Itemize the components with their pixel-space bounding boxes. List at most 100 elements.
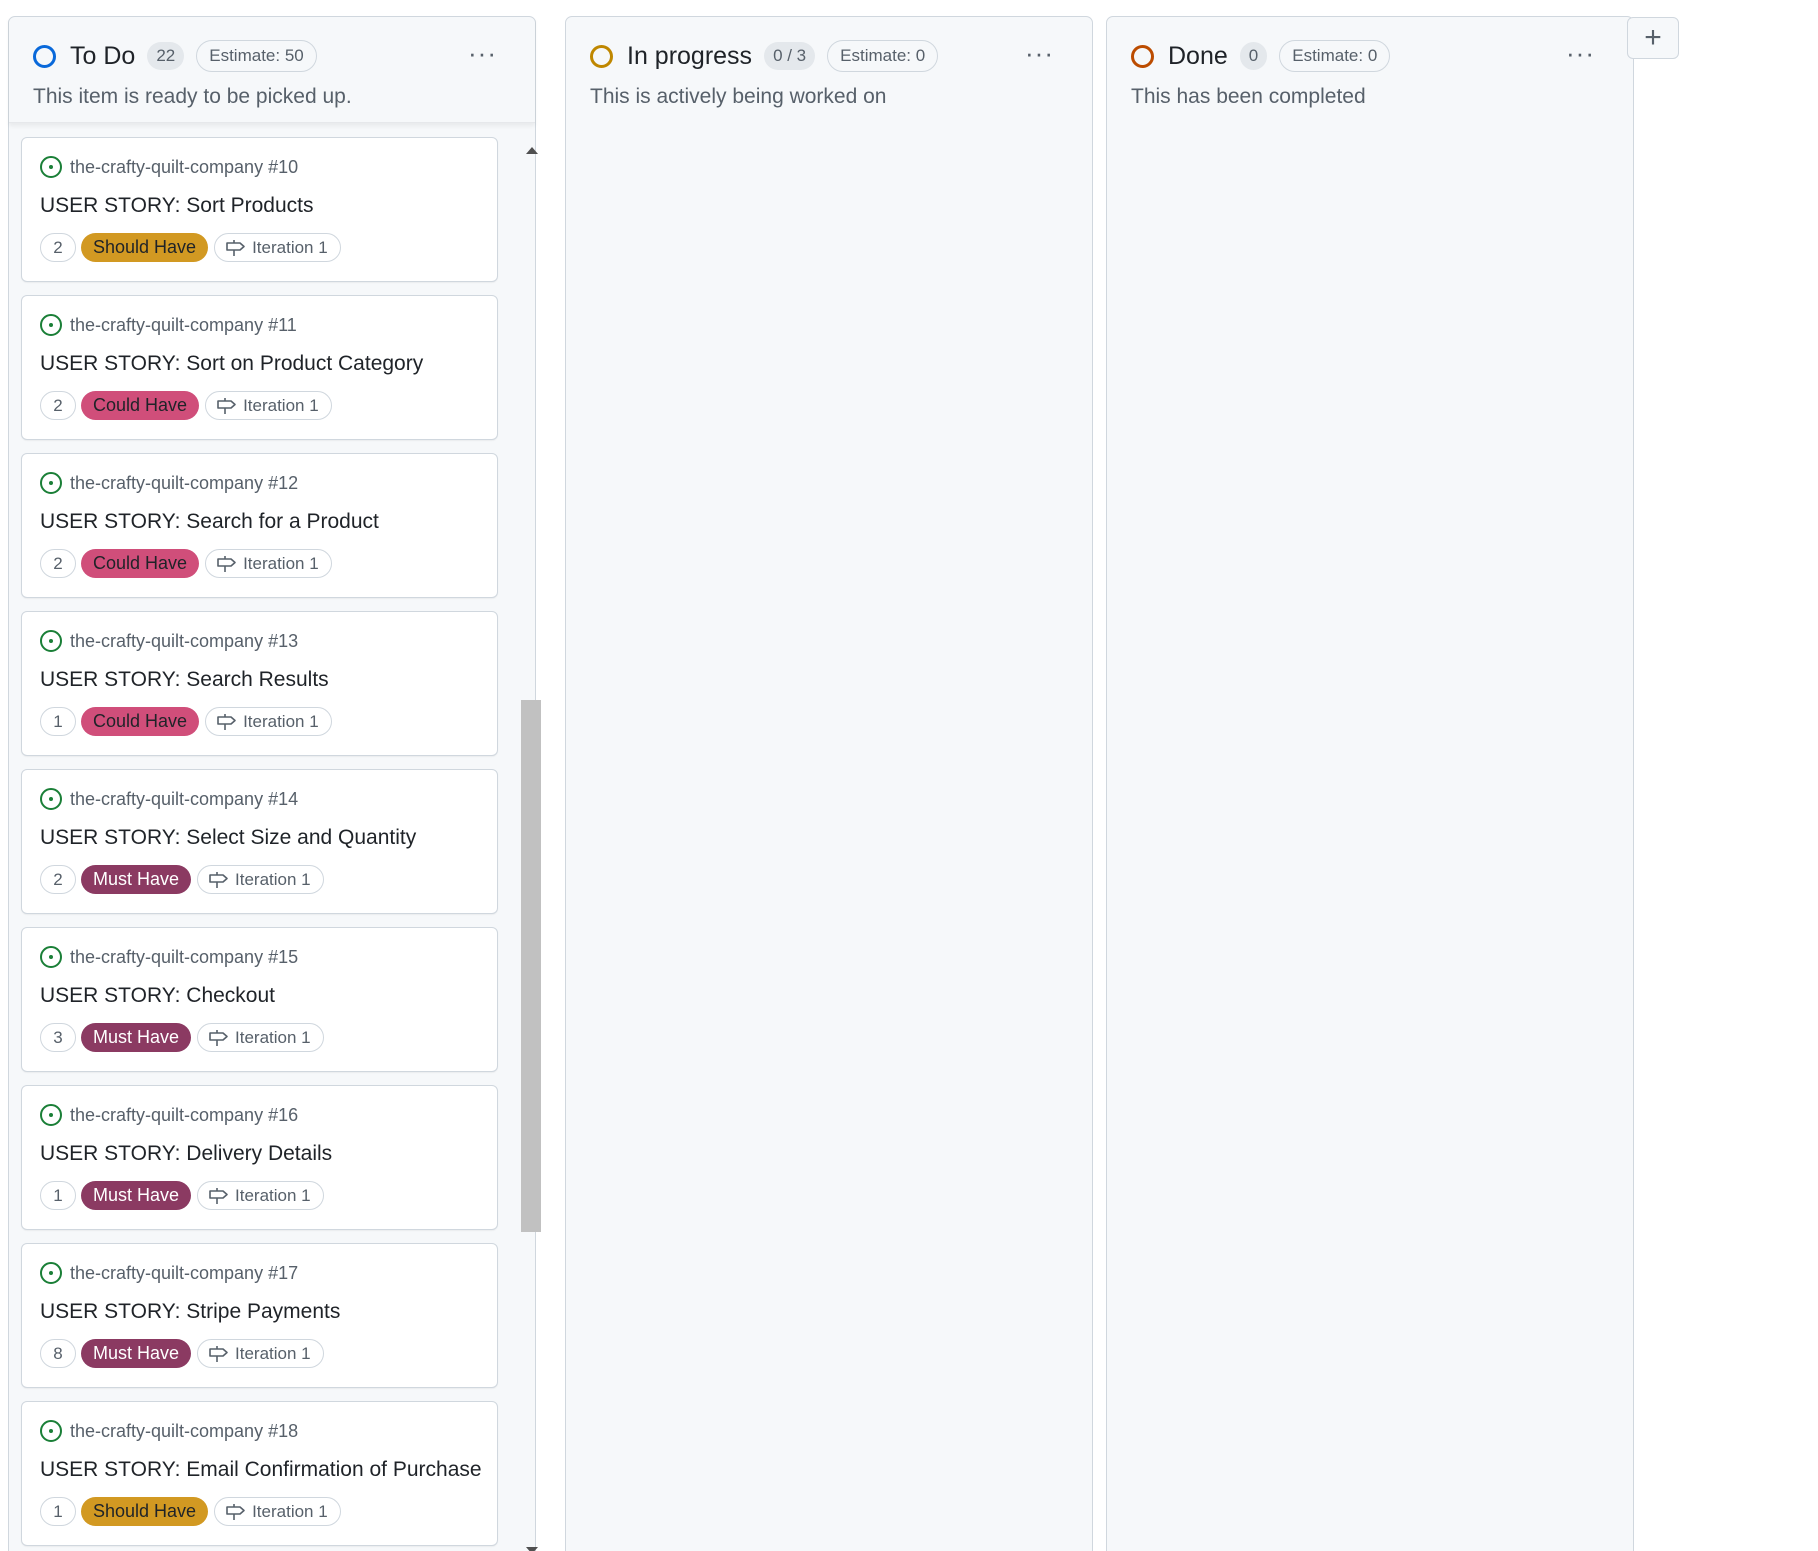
card-fields: 1 Should Have Iteration 1 [40,1497,341,1526]
card-repo-link[interactable]: the-crafty-quilt-company #13 [40,630,298,652]
column-menu-button[interactable]: ··· [1025,40,1054,66]
iteration-field: Iteration 1 [197,1023,324,1052]
iteration-label: Iteration 1 [252,237,328,257]
column-description: This is actively being worked on [590,85,887,108]
milestone-icon [217,555,236,572]
estimate-points-badge: 2 [40,391,76,420]
milestone-icon [226,1503,245,1520]
iteration-label: Iteration 1 [243,395,319,415]
column-menu-button[interactable]: ··· [1566,40,1595,66]
card-title[interactable]: USER STORY: Email Confirmation of Purcha… [40,1458,482,1482]
repo-issue-number[interactable]: the-crafty-quilt-company #18 [70,1421,298,1442]
repo-issue-number[interactable]: the-crafty-quilt-company #15 [70,947,298,968]
column-header: To Do 22 Estimate: 50 ··· This item is r… [9,17,535,123]
priority-label: Could Have [81,391,200,420]
milestone-icon [209,1029,228,1046]
scrollbar-thumb[interactable] [521,700,541,1232]
repo-issue-number[interactable]: the-crafty-quilt-company #17 [70,1263,298,1284]
milestone-icon [209,871,228,888]
card-title[interactable]: USER STORY: Stripe Payments [40,1300,340,1324]
column-description: This has been completed [1131,85,1366,108]
repo-issue-number[interactable]: the-crafty-quilt-company #14 [70,789,298,810]
issue-card[interactable]: the-crafty-quilt-company #16 USER STORY: … [21,1085,498,1230]
issue-card[interactable]: the-crafty-quilt-company #10 USER STORY: … [21,137,498,282]
milestone-icon [226,239,245,256]
priority-label: Must Have [81,865,192,894]
card-repo-link[interactable]: the-crafty-quilt-company #11 [40,314,297,336]
milestone-icon [217,397,236,414]
card-list: the-crafty-quilt-company #10 USER STORY: … [21,137,498,1551]
priority-label: Must Have [81,1181,192,1210]
iteration-field: Iteration 1 [205,707,332,736]
column-menu-button[interactable]: ··· [468,40,497,66]
card-title[interactable]: USER STORY: Checkout [40,984,275,1008]
column-header: In progress 0 / 3 Estimate: 0 ··· This i… [566,17,1092,123]
card-fields: 2 Should Have Iteration 1 [40,233,341,262]
iteration-field: Iteration 1 [197,1181,324,1210]
priority-label: Must Have [81,1023,192,1052]
issue-open-icon [40,630,62,652]
milestone-icon [217,713,236,730]
card-title[interactable]: USER STORY: Sort on Product Category [40,352,423,376]
issue-card[interactable]: the-crafty-quilt-company #15 USER STORY: … [21,927,498,1072]
card-title[interactable]: USER STORY: Sort Products [40,194,314,218]
iteration-field: Iteration 1 [205,549,332,578]
iteration-field: Iteration 1 [197,1339,324,1368]
issue-open-icon [40,472,62,494]
item-count-badge: 22 [147,42,185,70]
issue-card[interactable]: the-crafty-quilt-company #13 USER STORY: … [21,611,498,756]
card-repo-link[interactable]: the-crafty-quilt-company #14 [40,788,298,810]
card-title[interactable]: USER STORY: Delivery Details [40,1142,332,1166]
scroll-up-arrow-icon[interactable] [526,147,538,154]
repo-issue-number[interactable]: the-crafty-quilt-company #11 [70,315,297,336]
iteration-field: Iteration 1 [205,391,332,420]
card-repo-link[interactable]: the-crafty-quilt-company #16 [40,1104,298,1126]
issue-open-icon [40,946,62,968]
priority-label: Could Have [81,549,200,578]
estimate-badge: Estimate: 50 [196,40,317,72]
issue-open-icon [40,788,62,810]
milestone-icon [209,1187,228,1204]
card-title[interactable]: USER STORY: Select Size and Quantity [40,826,416,850]
estimate-points-badge: 1 [40,1181,76,1210]
issue-card[interactable]: the-crafty-quilt-company #11 USER STORY: … [21,295,498,440]
issue-card[interactable]: the-crafty-quilt-company #12 USER STORY: … [21,453,498,598]
in-progress-status-icon [590,44,613,68]
estimate-badge: Estimate: 0 [827,40,939,72]
column-title: In progress [627,41,753,70]
card-repo-link[interactable]: the-crafty-quilt-company #12 [40,472,298,494]
card-title[interactable]: USER STORY: Search Results [40,668,329,692]
iteration-field: Iteration 1 [197,865,324,894]
scroll-down-arrow-icon[interactable] [526,1547,538,1551]
card-fields: 1 Could Have Iteration 1 [40,707,332,736]
card-repo-link[interactable]: the-crafty-quilt-company #15 [40,946,298,968]
priority-label: Should Have [81,1497,209,1526]
card-repo-link[interactable]: the-crafty-quilt-company #18 [40,1420,298,1442]
card-fields: 8 Must Have Iteration 1 [40,1339,324,1368]
card-fields: 1 Must Have Iteration 1 [40,1181,324,1210]
iteration-label: Iteration 1 [235,1343,311,1363]
issue-card[interactable]: the-crafty-quilt-company #17 USER STORY: … [21,1243,498,1388]
repo-issue-number[interactable]: the-crafty-quilt-company #12 [70,473,298,494]
card-repo-link[interactable]: the-crafty-quilt-company #10 [40,156,298,178]
issue-open-icon [40,1262,62,1284]
todo-status-icon [33,44,56,68]
card-repo-link[interactable]: the-crafty-quilt-company #17 [40,1262,298,1284]
priority-label: Must Have [81,1339,192,1368]
card-title[interactable]: USER STORY: Search for a Product [40,510,379,534]
issue-card[interactable]: the-crafty-quilt-company #18 USER STORY: … [21,1401,498,1546]
card-list-scrollbar[interactable] [520,137,542,1551]
column-in-progress: In progress 0 / 3 Estimate: 0 ··· This i… [565,16,1093,1551]
repo-issue-number[interactable]: the-crafty-quilt-company #16 [70,1105,298,1126]
iteration-label: Iteration 1 [235,1185,311,1205]
issue-open-icon [40,1420,62,1442]
column-title: Done [1168,41,1228,70]
issue-card[interactable]: the-crafty-quilt-company #14 USER STORY: … [21,769,498,914]
estimate-badge: Estimate: 0 [1279,40,1391,72]
repo-issue-number[interactable]: the-crafty-quilt-company #13 [70,631,298,652]
estimate-points-badge: 1 [40,1497,76,1526]
card-fields: 3 Must Have Iteration 1 [40,1023,324,1052]
item-count-badge: 0 / 3 [764,42,816,70]
repo-issue-number[interactable]: the-crafty-quilt-company #10 [70,157,298,178]
add-column-button[interactable]: + [1627,17,1679,59]
